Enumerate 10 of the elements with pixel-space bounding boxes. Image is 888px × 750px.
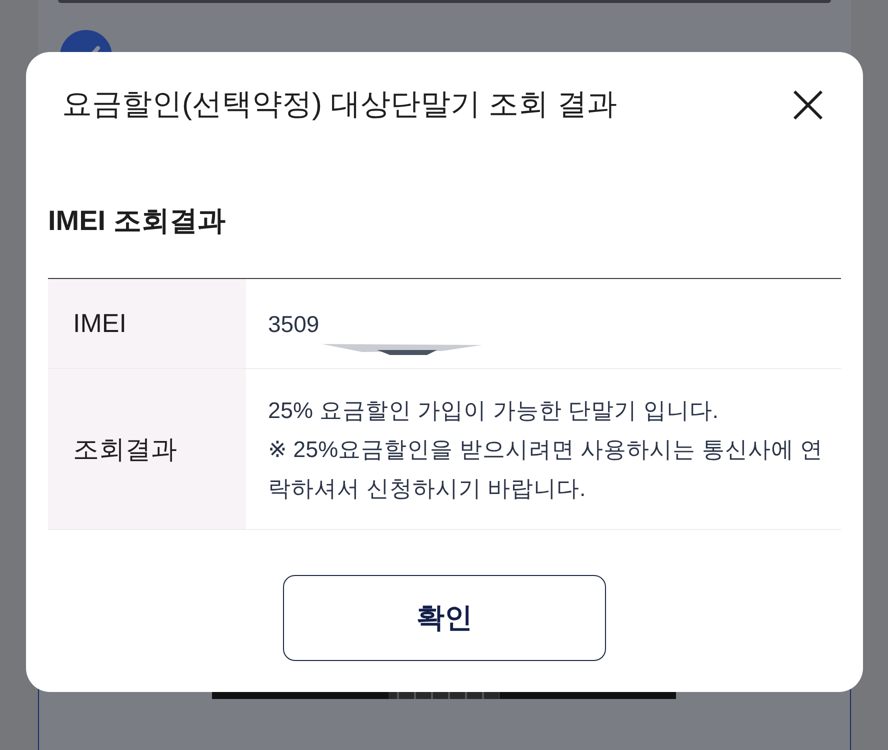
notice-text: ※ 25%요금할인을 받으시려면 사용하시는 통신사에 연 락하셔서 신청하시기 바랍니다. (268, 436, 824, 502)
result-message: 25% 요금할인 가입이 가능한 단말기 입니다. (268, 396, 719, 424)
confirm-button[interactable]: 확인 (283, 575, 606, 661)
dialog-title: 요금할인(선택약정) 대상단말기 조회 결과 (62, 87, 617, 123)
section-title: IMEI 조회결과 (48, 204, 226, 238)
close-icon (793, 90, 823, 120)
row-label: 조회결과 (48, 369, 246, 529)
close-button[interactable] (793, 90, 823, 120)
row-label: IMEI (48, 279, 246, 368)
imei-value: 3509 (268, 310, 320, 338)
